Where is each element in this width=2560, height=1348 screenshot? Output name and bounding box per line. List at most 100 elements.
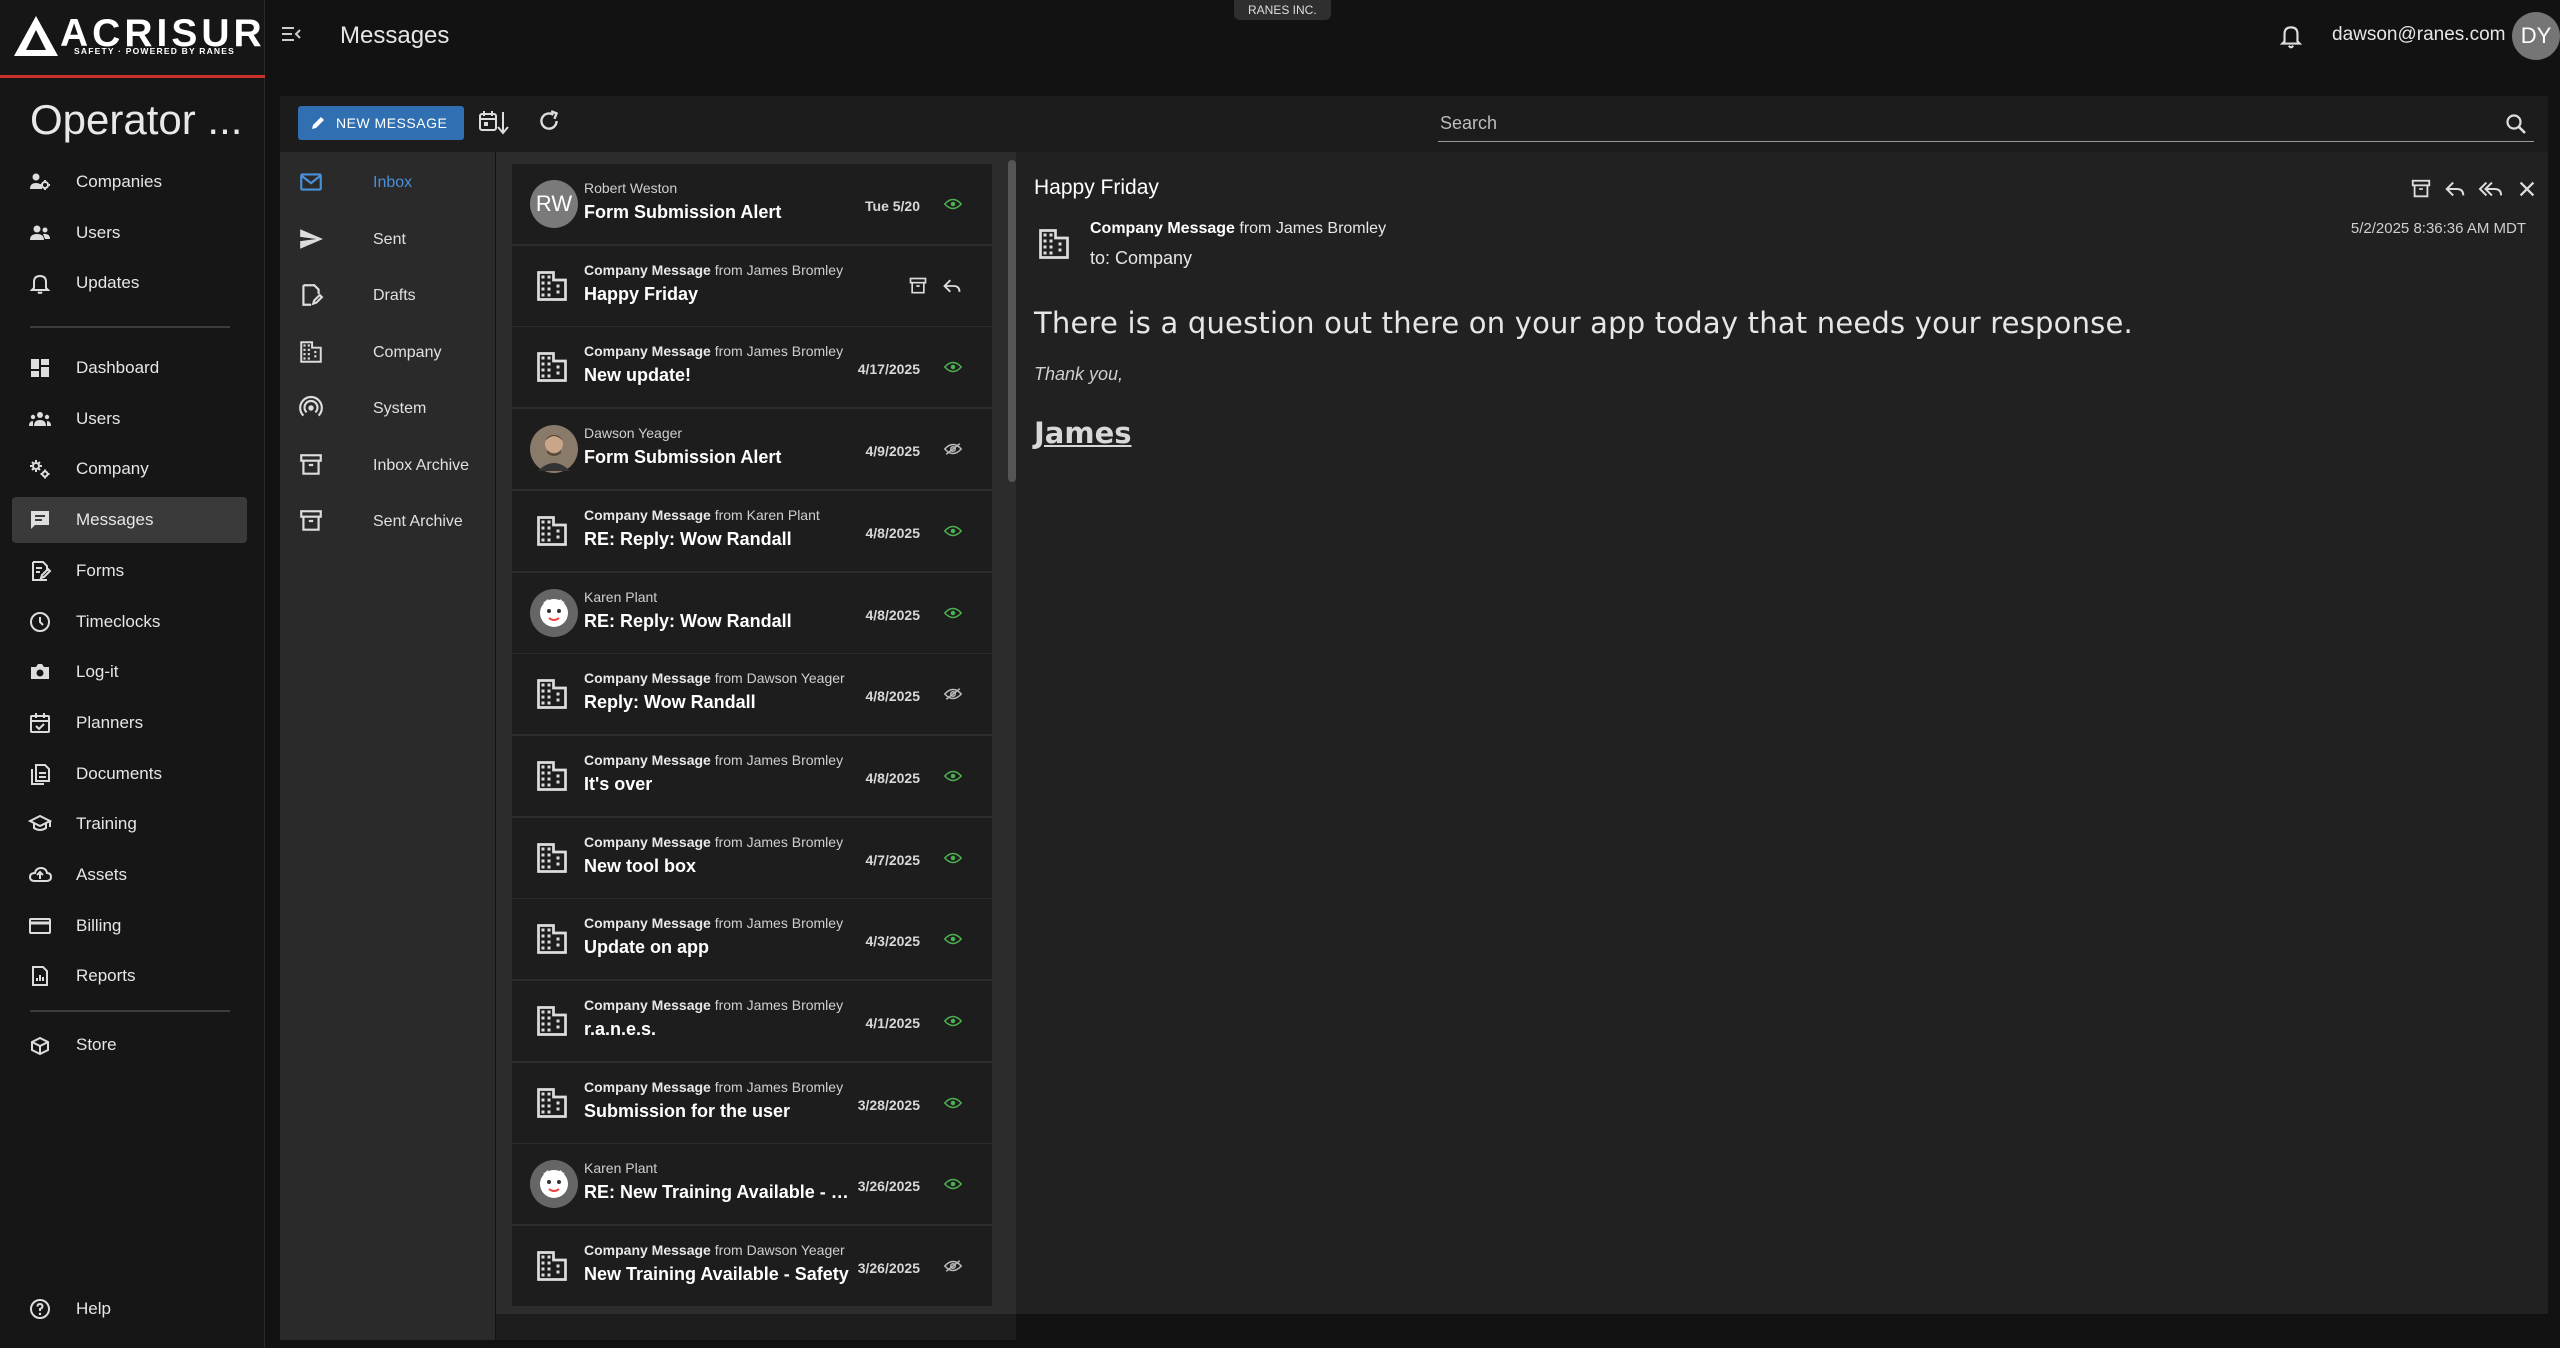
sender-avatar (530, 1160, 578, 1209)
read-status[interactable] (944, 442, 962, 456)
message-row[interactable]: Dawson Yeager Form Submission Alert 4/9/20… (512, 409, 992, 490)
message-date: 4/7/2025 (865, 851, 921, 868)
sidebar-item-label: Help (76, 1299, 111, 1318)
camera-icon (31, 664, 49, 680)
cartoon-avatar (530, 1160, 578, 1209)
sidebar-item-training[interactable]: Training (12, 801, 247, 847)
broadcast-icon (299, 396, 323, 417)
folder-inbox-archive[interactable]: Inbox Archive (280, 438, 495, 494)
sidebar-item-users[interactable]: Users (12, 396, 247, 442)
sidebar-item-label: Billing (76, 915, 122, 935)
sidebar-item-label: Updates (76, 273, 140, 293)
message-row[interactable]: Company Message from James Bromley New up… (512, 327, 992, 408)
search-input[interactable] (1438, 106, 2478, 140)
new-message-label: NEW MESSAGE (336, 115, 448, 131)
message-row[interactable]: Company Message from James Bromley r.a.n.… (512, 981, 992, 1061)
reader-actions (2410, 178, 2538, 200)
message-row[interactable]: Company Message from Karen Plant RE: Repl… (512, 490, 992, 571)
message-subject: New Training Available - Safety (584, 1264, 849, 1285)
folder-company[interactable]: Company (280, 325, 495, 381)
reply-icon[interactable] (942, 276, 962, 296)
sidebar-item-store[interactable]: Store (12, 1022, 247, 1068)
left-sidebar: ACRISURE® SAFETY · POWERED BY RANES Oper… (0, 0, 306, 1348)
message-row[interactable]: Company Message from Dawson Yeager Reply:… (512, 654, 992, 735)
read-status[interactable] (944, 1014, 962, 1028)
sidebar-item-assets[interactable]: Assets (12, 852, 247, 898)
org-badge[interactable]: RANES INC. (1234, 0, 1331, 20)
sidebar-item-company[interactable]: Company (12, 446, 247, 492)
notification-bell-icon[interactable] (2278, 22, 2304, 50)
refresh-icon[interactable] (536, 108, 562, 134)
users-group-icon (29, 411, 51, 426)
message-list-scrollbar[interactable] (1008, 160, 1016, 482)
message-sender: Company Message from Karen Plant (584, 506, 820, 523)
new-message-button[interactable]: NEW MESSAGE (298, 106, 464, 140)
folder-list: Inbox Sent Drafts Company System Inbox Archiv… (280, 152, 495, 1340)
folder-sent-archive[interactable]: Sent Archive (280, 494, 495, 550)
sidebar-item-forms[interactable]: Forms (12, 548, 247, 594)
folder-label: Inbox (373, 174, 413, 191)
message-date: 4/1/2025 (865, 1015, 921, 1031)
sidebar-item-help[interactable]: Help (12, 1286, 247, 1332)
read-status[interactable] (944, 687, 962, 701)
read-status[interactable] (944, 1096, 962, 1110)
sidebar-item-reports[interactable]: Reports (12, 953, 247, 999)
read-status[interactable] (944, 524, 962, 538)
read-eye-icon (944, 934, 962, 945)
close-icon[interactable] (2516, 178, 2538, 200)
pencil-icon (312, 117, 324, 129)
read-status[interactable] (944, 360, 962, 374)
folder-drafts[interactable]: Drafts (280, 268, 495, 324)
sidebar-item-updates[interactable]: Updates (12, 260, 247, 306)
message-row[interactable]: Karen Plant RE: Reply: Wow Randall 4/8/202… (512, 572, 992, 653)
sidebar-item-users[interactable]: Users (12, 210, 247, 256)
read-status[interactable] (944, 851, 962, 865)
folder-sent[interactable]: Sent (280, 212, 495, 268)
sidebar-item-documents[interactable]: Documents (12, 751, 247, 797)
folder-inbox[interactable]: Inbox (280, 155, 495, 211)
menu-collapse-icon[interactable] (280, 24, 302, 44)
message-row[interactable]: Company Message from James Bromley Happy … (512, 245, 992, 326)
read-status[interactable] (944, 197, 962, 211)
read-status[interactable] (944, 606, 962, 620)
message-date: 4/3/2025 (865, 933, 921, 950)
sidebar-item-timeclocks[interactable]: Timeclocks (12, 599, 247, 645)
org-title[interactable]: Operator ... (30, 96, 255, 144)
sidebar-item-billing[interactable]: Billing (12, 903, 247, 949)
message-row[interactable]: RW Robert Weston Form Submission Alert Tue … (512, 164, 992, 244)
brand-logo[interactable]: ACRISURE® SAFETY · POWERED BY RANES (0, 0, 306, 78)
message-date: Tue 5/20 (865, 198, 920, 214)
sidebar-item-dashboard[interactable]: Dashboard (12, 345, 247, 391)
read-status[interactable] (944, 932, 962, 946)
sidebar-item-planners[interactable]: Planners (12, 700, 247, 746)
message-row[interactable]: Karen Plant RE: New Training Available - … (512, 1144, 992, 1225)
reply-all-icon[interactable] (2478, 178, 2504, 200)
message-row[interactable]: Company Message from James Bromley New to… (512, 817, 992, 898)
nav-divider (30, 326, 230, 328)
sort-by-date-icon[interactable] (478, 108, 510, 138)
sidebar-item-messages[interactable]: Messages (12, 497, 247, 544)
message-row[interactable]: Company Message from James Bromley Submis… (512, 1062, 992, 1143)
read-status[interactable] (944, 1259, 962, 1273)
sidebar-item-label: Companies (76, 172, 162, 191)
nav-divider (30, 1010, 230, 1012)
read-status[interactable] (944, 769, 962, 783)
sidebar-item-label: Reports (76, 966, 136, 986)
reply-icon[interactable] (2444, 178, 2466, 200)
user-email[interactable]: dawson@ranes.com (2332, 24, 2505, 46)
message-row[interactable]: Company Message from Dawson Yeager New Tr… (512, 1226, 992, 1307)
cloud-icon (28, 866, 52, 882)
user-avatar[interactable]: DY (2512, 12, 2560, 60)
sidebar-item-companies[interactable]: Companies (12, 159, 247, 205)
archive-icon[interactable] (2410, 178, 2432, 200)
search-icon[interactable] (2504, 112, 2528, 136)
archive-icon[interactable] (908, 276, 928, 296)
gears-icon (30, 460, 50, 479)
mail-icon (300, 173, 322, 191)
folder-system[interactable]: System (280, 381, 495, 437)
message-row[interactable]: Company Message from James Bromley Update… (512, 899, 992, 980)
read-status[interactable] (944, 1177, 962, 1191)
message-row[interactable]: Company Message from James Bromley It's o… (512, 735, 992, 816)
message-subject: Happy Friday (584, 283, 699, 304)
sidebar-item-log-it[interactable]: Log-it (12, 649, 247, 695)
